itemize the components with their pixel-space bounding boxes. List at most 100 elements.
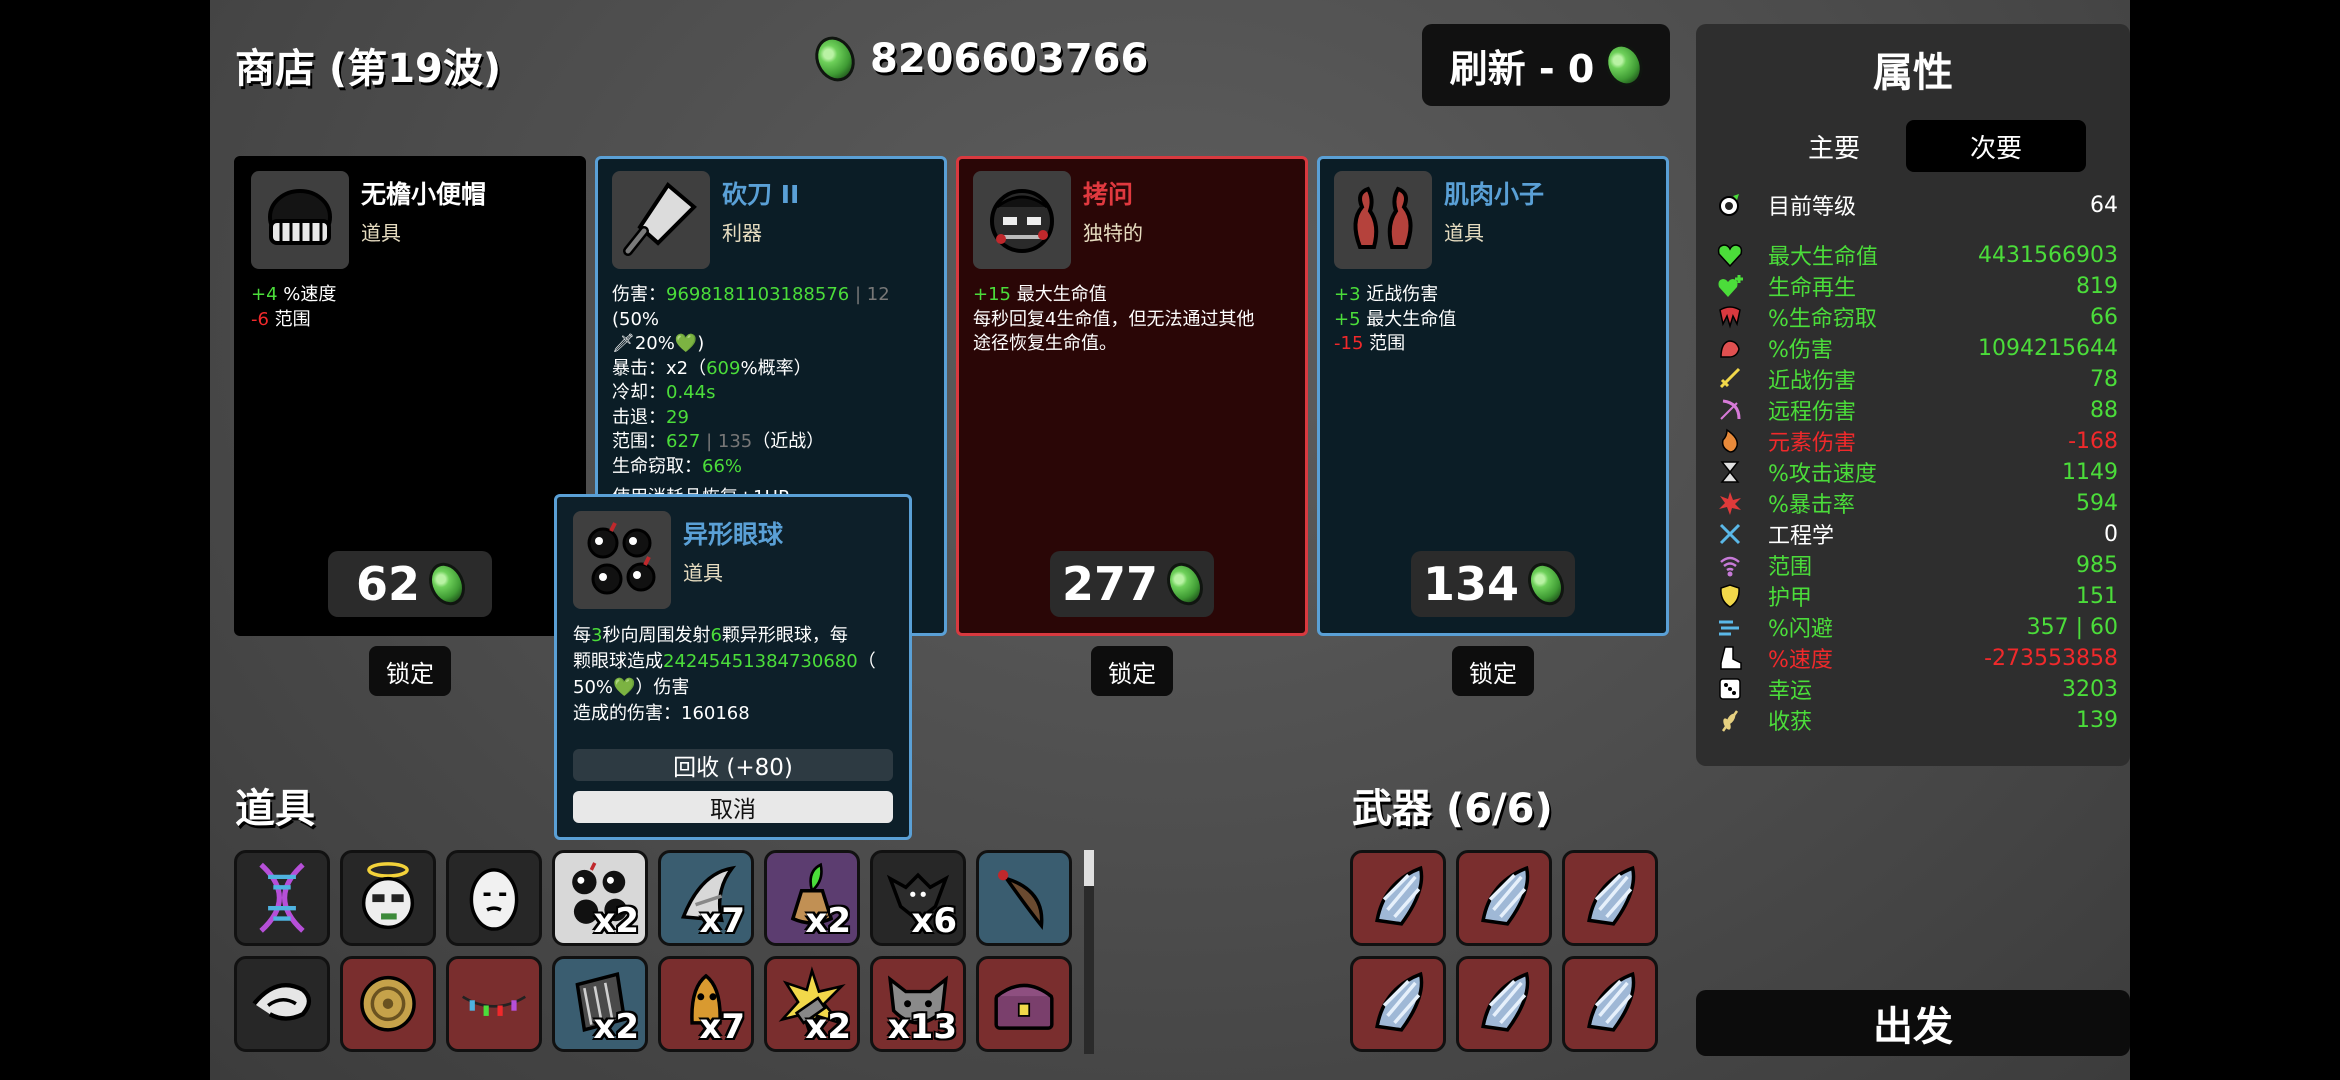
lock-button-4[interactable]: 锁定 [1452, 646, 1534, 696]
shop-card-3[interactable]: 拷问 独特的 +15 最大生命值 每秒回复4生命值，但无法通过其他 途径恢复生命值。… [956, 156, 1308, 636]
stat-value: 139 [2076, 707, 2118, 733]
description-segment: 🗡20%💚) [612, 333, 705, 354]
description-line: -15 范围 [1334, 332, 1652, 357]
description-line: +4 %速度 [251, 283, 569, 308]
item-slot[interactable] [234, 850, 330, 946]
price-tag[interactable]: 134 [1411, 551, 1575, 617]
reroll-button[interactable]: 刷新 - 0 [1422, 24, 1670, 106]
stat-label: 近战伤害 [1768, 369, 1857, 394]
description-segment: (50% [612, 308, 660, 330]
description-segment: 近战伤害 [1360, 284, 1439, 305]
alien-eyes-icon [573, 511, 671, 609]
cancel-button[interactable]: 取消 [573, 791, 893, 823]
description-segment: 范围： [612, 431, 666, 452]
material-icon [422, 556, 472, 612]
level-icon [1714, 191, 1746, 219]
crystal-claw-icon [1464, 962, 1544, 1046]
muscle-icon [1714, 334, 1746, 362]
tab-secondary-stats[interactable]: 次要 [1906, 120, 2086, 172]
description-segment: +15 [973, 284, 1011, 305]
stat-label: %暴击率 [1768, 493, 1855, 518]
item-count: x2 [593, 1007, 639, 1047]
go-button[interactable]: 出发 [1696, 990, 2130, 1056]
weapon-slot[interactable] [1350, 956, 1446, 1052]
lock-button-3[interactable]: 锁定 [1091, 646, 1173, 696]
stat-row[interactable]: 护甲 151 [1714, 581, 2118, 611]
crystal-claw-icon [1358, 962, 1438, 1046]
stat-row[interactable]: 范围 985 [1714, 550, 2118, 580]
tab-primary-stats[interactable]: 主要 [1744, 120, 1924, 172]
crystal-claw-icon [1570, 962, 1650, 1046]
item-count: x7 [699, 1007, 745, 1047]
stat-label: 元素伤害 [1768, 431, 1857, 456]
stat-row[interactable]: 工程学 0 [1714, 519, 2118, 549]
reroll-label: 刷新 - 0 [1449, 46, 1595, 91]
item-slot[interactable]: x7 [658, 956, 754, 1052]
description-segment: 范围 [268, 308, 311, 330]
recycle-button[interactable]: 回收 (+80) [573, 749, 893, 781]
stat-row[interactable]: %生命窃取 66 [1714, 302, 2118, 332]
bow-icon [1714, 396, 1746, 424]
lock-button-1[interactable]: 锁定 [369, 646, 451, 696]
description-segment: 627 [666, 431, 701, 452]
item-slot[interactable]: x6 [870, 850, 966, 946]
item-slot[interactable]: x2 [552, 850, 648, 946]
weapon-slot[interactable] [1456, 850, 1552, 946]
stat-value: 594 [2076, 490, 2118, 516]
stat-row[interactable]: %速度 -273553858 [1714, 643, 2118, 673]
item-slot[interactable] [340, 956, 436, 1052]
item-slot[interactable] [976, 850, 1072, 946]
lights-icon [454, 962, 534, 1046]
item-slot[interactable]: x2 [552, 956, 648, 1052]
stat-row[interactable]: 近战伤害 78 [1714, 364, 2118, 394]
stat-row[interactable]: 最大生命值 4431566903 [1714, 240, 2118, 270]
heart-icon [1714, 241, 1746, 269]
description-line: 🗡20%💚) [612, 332, 930, 357]
shop-card-1[interactable]: 无檐小便帽 道具 +4 %速度 -6 范围 62 [234, 156, 586, 636]
item-slot[interactable] [446, 956, 542, 1052]
stat-label: 护甲 [1768, 586, 1813, 611]
item-slot[interactable] [976, 956, 1072, 1052]
stat-row[interactable]: 收获 139 [1714, 705, 2118, 735]
weapon-slot[interactable] [1562, 956, 1658, 1052]
stat-value: 3203 [2062, 676, 2118, 702]
item-slot[interactable]: x13 [870, 956, 966, 1052]
item-slot[interactable]: x2 [764, 956, 860, 1052]
stat-row[interactable]: %攻击速度 1149 [1714, 457, 2118, 487]
torture-icon [973, 171, 1071, 269]
flame-icon [1714, 427, 1746, 455]
description-segment: | 12 [849, 284, 890, 305]
description-segment: 途径恢复生命值。 [973, 333, 1117, 354]
stat-row[interactable]: 幸运 3203 [1714, 674, 2118, 704]
stat-row[interactable]: %伤害 1094215644 [1714, 333, 2118, 363]
weapon-slot[interactable] [1456, 956, 1552, 1052]
stat-row[interactable]: 生命再生 819 [1714, 271, 2118, 301]
description-line: 暴击：x2（609%概率） [612, 357, 930, 382]
stat-label: %速度 [1768, 648, 1833, 673]
items-scrollbar-thumb[interactable] [1084, 850, 1094, 886]
weapon-slot[interactable] [1350, 850, 1446, 946]
item-name: 拷问 [1083, 180, 1134, 209]
description-line: +15 最大生命值 [973, 283, 1291, 308]
item-slot[interactable] [340, 850, 436, 946]
materials-counter: 8206603766 [808, 30, 1148, 88]
stat-label: 范围 [1768, 555, 1813, 580]
stat-label: %攻击速度 [1768, 462, 1877, 487]
item-slot[interactable]: x7 [658, 850, 754, 946]
stat-label: 目前等级 [1768, 195, 1857, 220]
stat-row[interactable]: 元素伤害 -168 [1714, 426, 2118, 456]
item-slot[interactable] [234, 956, 330, 1052]
price-tag[interactable]: 62 [328, 551, 492, 617]
item-slot[interactable] [446, 850, 542, 946]
price-tag[interactable]: 277 [1050, 551, 1214, 617]
stat-row[interactable]: %闪避 357 | 60 [1714, 612, 2118, 642]
shop-card-4[interactable]: 肌肉小子 道具 +3 近战伤害 +5 最大生命值 -15 范围 134 [1317, 156, 1669, 636]
range-icon [1714, 551, 1746, 579]
stat-label: 远程伤害 [1768, 400, 1857, 425]
stat-row[interactable]: 远程伤害 88 [1714, 395, 2118, 425]
item-slot[interactable]: x2 [764, 850, 860, 946]
stat-row[interactable]: %暴击率 594 [1714, 488, 2118, 518]
weapon-slot[interactable] [1562, 850, 1658, 946]
items-section-title: 道具 [235, 786, 315, 832]
stat-value: 357 | 60 [2026, 614, 2118, 640]
